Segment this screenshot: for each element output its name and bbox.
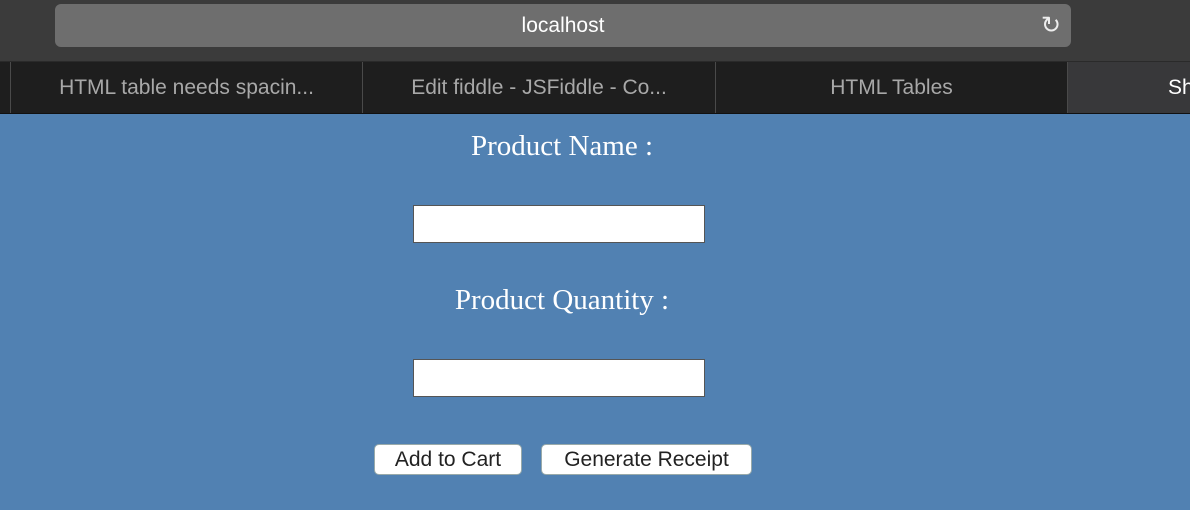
tab-label: HTML table needs spacin...	[59, 76, 314, 99]
tab-html-tables[interactable]: HTML Tables	[715, 62, 1067, 113]
reload-icon[interactable]: ↻	[1041, 4, 1061, 47]
tab-jsfiddle[interactable]: Edit fiddle - JSFiddle - Co...	[362, 62, 715, 113]
product-name-label: Product Name :	[470, 130, 653, 162]
generate-receipt-button[interactable]: Generate Receipt	[541, 444, 752, 475]
product-name-input[interactable]	[413, 205, 705, 243]
address-bar[interactable]: localhost ↻	[55, 4, 1071, 47]
tab-bar: HTML table needs spacin... Edit fiddle -…	[0, 62, 1190, 114]
product-quantity-input[interactable]	[413, 359, 705, 397]
add-to-cart-button[interactable]: Add to Cart	[374, 444, 522, 475]
tab-html-table[interactable]: HTML table needs spacin...	[10, 62, 362, 113]
product-quantity-label: Product Quantity :	[454, 284, 670, 316]
address-text: localhost	[521, 14, 605, 37]
tab-label: HTML Tables	[830, 76, 953, 99]
tab-active[interactable]: Sh	[1067, 62, 1190, 113]
tab-label: Sh	[1168, 76, 1190, 99]
browser-toolbar: localhost ↻	[0, 0, 1190, 62]
tab-label: Edit fiddle - JSFiddle - Co...	[411, 76, 667, 99]
